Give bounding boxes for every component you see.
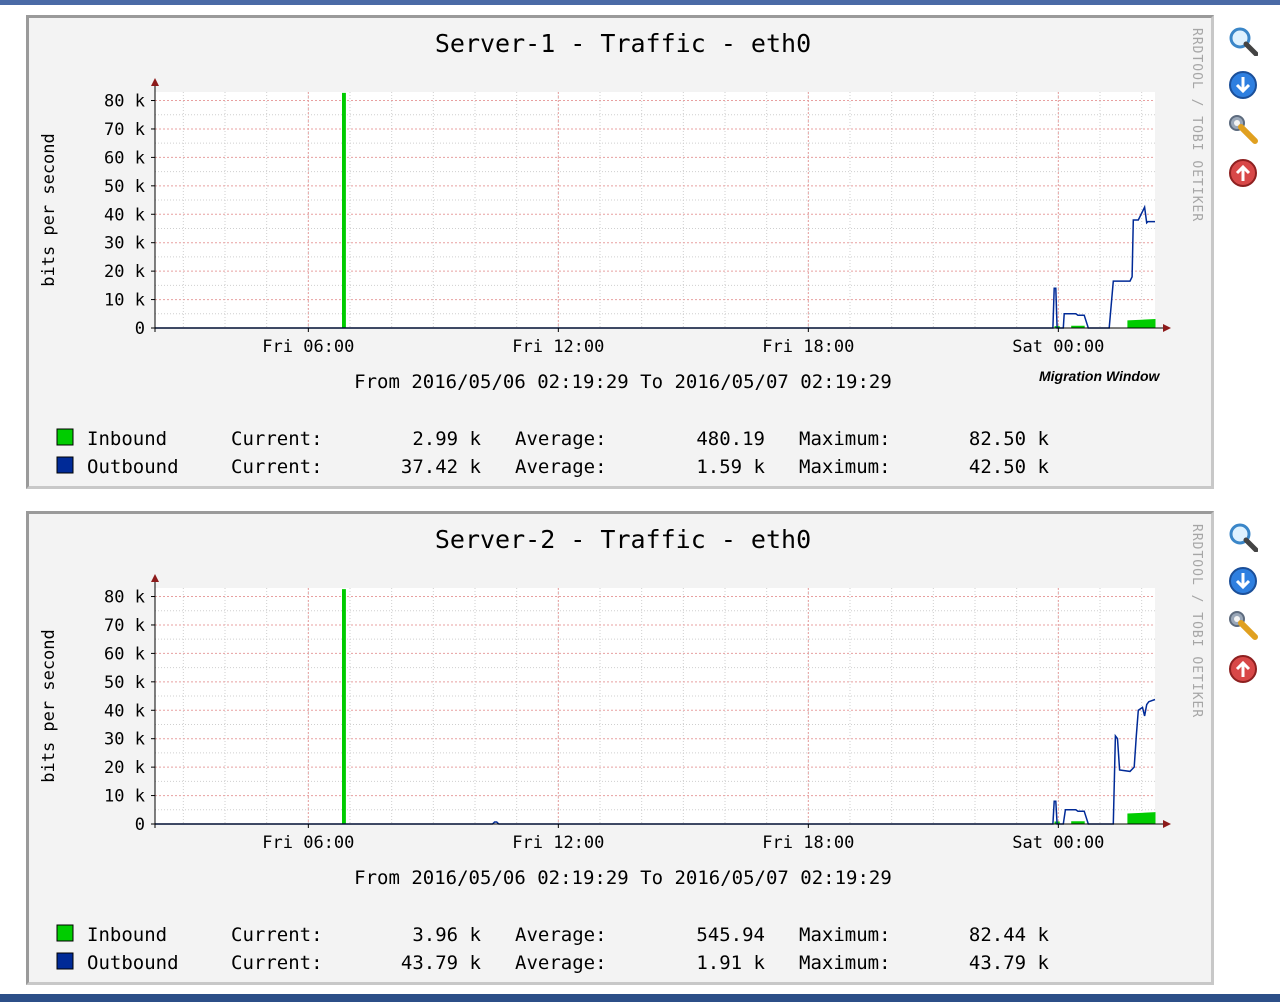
legend-average-value: 1.91 k: [696, 952, 765, 974]
y-axis-arrow: [151, 574, 159, 582]
traffic-chart-server-2: 0 10 k 20 k 30 k 40 k 50 k 60 k 70 k 80 k Fri 06:…: [39, 525, 1171, 974]
rrdtool-watermark: RRDTOOL / TOBI OETIKER: [1189, 524, 1204, 719]
time-range-text: From 2016/05/06 02:19:29 To 2016/05/07 0…: [354, 867, 892, 889]
settings-wrench-icon[interactable]: [1228, 114, 1258, 144]
legend-label: Inbound: [87, 924, 167, 946]
x-axis-arrow: [1163, 324, 1171, 332]
zoom-icon[interactable]: [1228, 26, 1259, 57]
legend-average-label: Average:: [515, 456, 607, 478]
y-tick-label: 30 k: [104, 730, 145, 750]
legend-average-value: 480.19: [696, 428, 765, 450]
x-tick-label: Fri 18:00: [762, 337, 854, 357]
legend-label: Outbound: [87, 952, 179, 974]
legend-average-label: Average:: [515, 428, 607, 450]
legend-current-value: 37.42 k: [401, 456, 482, 478]
y-axis-label: bits per second: [39, 629, 59, 783]
legend-maximum-label: Maximum:: [799, 428, 891, 450]
graph-1-toolbar: [1228, 26, 1268, 202]
legend-current-value: 3.96 k: [412, 924, 481, 946]
x-tick-label: Fri 12:00: [512, 833, 604, 853]
legend-average-value: 545.94: [696, 924, 765, 946]
y-tick-label: 20 k: [104, 262, 145, 282]
legend-average-label: Average:: [515, 924, 607, 946]
x-tick-label: Sat 00:00: [1012, 337, 1104, 357]
y-axis-label: bits per second: [39, 133, 59, 287]
y-tick-label: 60 k: [104, 148, 145, 168]
rrdtool-watermark: RRDTOOL / TOBI OETIKER: [1189, 28, 1204, 223]
legend-label: Inbound: [87, 428, 167, 450]
legend-maximum-value: 82.44 k: [969, 924, 1050, 946]
legend-maximum-value: 43.79 k: [969, 952, 1050, 974]
legend-label: Outbound: [87, 456, 179, 478]
y-tick-label: 40 k: [104, 205, 145, 225]
legend-current-value: 2.99 k: [412, 428, 481, 450]
plot-area: [155, 92, 1155, 328]
y-tick-label: 70 k: [104, 120, 145, 140]
chart-title: Server-2 - Traffic - eth0: [435, 525, 811, 554]
legend-average-value: 1.59 k: [696, 456, 765, 478]
chart-title: Server-1 - Traffic - eth0: [435, 29, 811, 58]
settings-wrench-icon[interactable]: [1228, 610, 1258, 640]
legend-swatch-outbound: [56, 456, 74, 474]
y-tick-label: 80 k: [104, 588, 145, 608]
graph-server-2: 0 10 k 20 k 30 k 40 k 50 k 60 k 70 k 80 k Fri 06:…: [26, 511, 1214, 985]
legend-swatch-inbound: [56, 428, 74, 446]
traffic-chart-server-1: 0 10 k 20 k 30 k 40 k 50 k 60 k 70 k 80 k Fri 06:…: [39, 29, 1171, 478]
legend-maximum-label: Maximum:: [799, 952, 891, 974]
legend-maximum-label: Maximum:: [799, 924, 891, 946]
y-tick-label: 10 k: [104, 787, 145, 807]
zoom-icon[interactable]: [1228, 522, 1259, 553]
y-tick-label: 10 k: [104, 291, 145, 311]
y-tick-label: 50 k: [104, 177, 145, 197]
y-tick-label: 60 k: [104, 644, 145, 664]
y-tick-label: 70 k: [104, 616, 145, 636]
download-icon[interactable]: [1228, 566, 1258, 596]
legend-current-label: Current:: [231, 952, 323, 974]
y-tick-label: 0: [135, 815, 145, 835]
migration-window-label: Migration Window: [1039, 368, 1160, 384]
legend-current-label: Current:: [231, 924, 323, 946]
y-axis-arrow: [151, 78, 159, 86]
legend-maximum-value: 42.50 k: [969, 456, 1050, 478]
y-tick-label: 0: [135, 319, 145, 339]
top-border: [0, 0, 1280, 5]
y-tick-label: 80 k: [104, 92, 145, 112]
x-tick-label: Fri 06:00: [262, 337, 354, 357]
upload-icon[interactable]: [1228, 158, 1258, 188]
legend-current-value: 43.79 k: [401, 952, 482, 974]
legend-swatch-outbound: [56, 952, 74, 970]
y-tick-label: 40 k: [104, 701, 145, 721]
legend-maximum-value: 82.50 k: [969, 428, 1050, 450]
legend-current-label: Current:: [231, 428, 323, 450]
x-tick-label: Fri 06:00: [262, 833, 354, 853]
x-tick-label: Sat 00:00: [1012, 833, 1104, 853]
plot-area: [155, 588, 1155, 824]
legend-current-label: Current:: [231, 456, 323, 478]
legend-swatch-inbound: [56, 924, 74, 942]
y-tick-label: 20 k: [104, 758, 145, 778]
legend-maximum-label: Maximum:: [799, 456, 891, 478]
graph-2-toolbar: [1228, 522, 1268, 698]
x-tick-label: Fri 18:00: [762, 833, 854, 853]
legend-average-label: Average:: [515, 952, 607, 974]
upload-icon[interactable]: [1228, 654, 1258, 684]
y-tick-label: 30 k: [104, 234, 145, 254]
bottom-border: [0, 994, 1280, 1002]
x-tick-label: Fri 12:00: [512, 337, 604, 357]
y-tick-label: 50 k: [104, 673, 145, 693]
x-axis-arrow: [1163, 820, 1171, 828]
download-icon[interactable]: [1228, 70, 1258, 100]
graph-server-1: 0 10 k 20 k 30 k 40 k 50 k 60 k 70 k 80 k Fri 06:…: [26, 15, 1214, 489]
time-range-text: From 2016/05/06 02:19:29 To 2016/05/07 0…: [354, 371, 892, 393]
